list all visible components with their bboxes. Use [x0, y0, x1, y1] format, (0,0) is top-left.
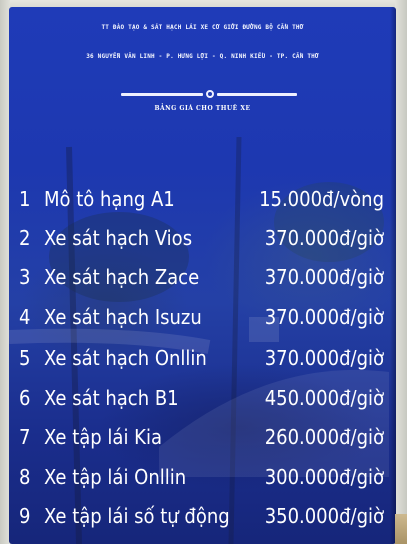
rental-price: 260.000đ/giờ — [264, 425, 384, 449]
price-row-4: 4 Xe sát hạch Isuzu 370.000đ/giờ — [9, 305, 396, 339]
row-number: 7 — [19, 425, 31, 449]
price-row-8: 8 Xe tập lái Onllin 300.000đ/giờ — [9, 465, 396, 499]
rental-price: 450.000đ/giờ — [264, 386, 384, 410]
vehicle-name: Xe sát hạch Vios — [44, 226, 193, 250]
row-number: 6 — [19, 386, 31, 410]
row-number: 1 — [19, 187, 31, 211]
header-center-name: TT ĐÀO TẠO & SÁT HẠCH LÁI XE CƠ GIỚI ĐƯỜ… — [101, 24, 304, 31]
divider-left — [121, 93, 203, 96]
vehicle-name: Xe sát hạch Isuzu — [44, 305, 202, 329]
rental-price: 370.000đ/giờ — [264, 346, 384, 370]
board-edge-shadow — [390, 7, 396, 544]
rental-price: 350.000đ/giờ — [264, 504, 384, 528]
rental-price: 370.000đ/giờ — [264, 305, 384, 329]
row-number: 9 — [19, 504, 31, 528]
price-row-1: 1 Mô tô hạng A1 15.000đ/vòng — [9, 187, 396, 221]
price-row-9: 9 Xe tập lái số tự động 350.000đ/giờ — [9, 504, 396, 538]
row-number: 8 — [19, 465, 31, 489]
row-number: 3 — [19, 265, 31, 289]
vehicle-name: Mô tô hạng A1 — [44, 187, 175, 211]
divider-right — [217, 93, 297, 96]
vehicle-name: Xe tập lái số tự động — [44, 504, 230, 528]
row-number: 5 — [19, 346, 31, 370]
rental-price: 300.000đ/giờ — [264, 465, 384, 489]
divider-dot — [206, 90, 214, 98]
rental-price: 15.000đ/vòng — [259, 187, 384, 211]
page-title: BẢNG GIÁ CHO THUÊ XE — [154, 105, 251, 112]
vehicle-name: Xe sát hạch Onllin — [44, 346, 207, 370]
price-row-3: 3 Xe sát hạch Zace 370.000đ/giờ — [9, 265, 396, 299]
wall-right — [395, 0, 407, 544]
vehicle-name: Xe tập lái Onllin — [44, 465, 187, 489]
row-number: 4 — [19, 305, 31, 329]
price-row-6: 6 Xe sát hạch B1 450.000đ/giờ — [9, 386, 396, 420]
header-address: 36 NGUYỄN VĂN LINH - P. HƯNG LỢI - Q. NI… — [86, 53, 319, 60]
rental-price: 370.000đ/giờ — [264, 226, 384, 250]
row-number: 2 — [19, 226, 31, 250]
price-row-5: 5 Xe sát hạch Onllin 370.000đ/giờ — [9, 346, 396, 380]
price-board: TT ĐÀO TẠO & SÁT HẠCH LÁI XE CƠ GIỚI ĐƯỜ… — [9, 7, 396, 544]
corner-object — [395, 514, 407, 544]
vehicle-name: Xe sát hạch Zace — [44, 265, 200, 289]
rental-price: 370.000đ/giờ — [264, 265, 384, 289]
price-row-7: 7 Xe tập lái Kia 260.000đ/giờ — [9, 425, 396, 459]
vehicle-name: Xe tập lái Kia — [44, 425, 162, 449]
vehicle-name: Xe sát hạch B1 — [44, 386, 179, 410]
price-row-2: 2 Xe sát hạch Vios 370.000đ/giờ — [9, 226, 396, 260]
